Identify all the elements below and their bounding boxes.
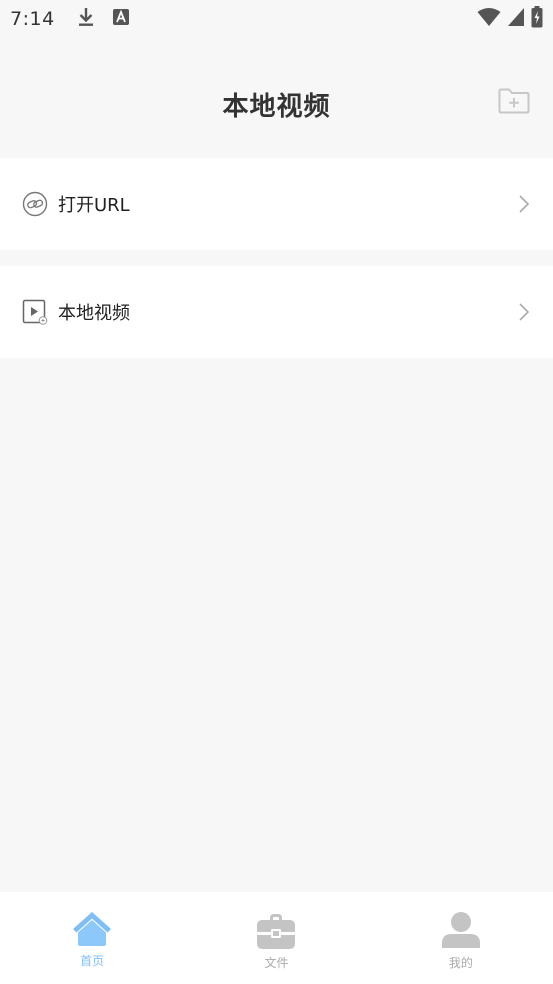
tab-mine[interactable]: 我的 [369,892,553,984]
list-item-label: 本地视频 [58,303,130,324]
person-icon [441,910,481,954]
status-time: 7:14 [10,8,55,30]
chevron-right-icon [517,302,531,322]
list-item-label: 打开URL [58,195,130,216]
download-icon [77,7,95,31]
font-a-icon [112,9,129,29]
tab-label: 首页 [80,954,105,968]
status-left-icons [77,7,129,31]
folder-add-button[interactable] [497,88,531,118]
video-file-icon [22,299,48,325]
list-item-local-video[interactable]: 本地视频 [0,266,553,358]
home-icon [71,910,113,952]
tab-label: 我的 [448,956,473,970]
list-item-open-url[interactable]: 打开URL [0,158,553,250]
cell-signal-icon [507,7,525,31]
screen: 7:14 本地视频 打开URL 本地视频 首页 文件 我的 [0,0,553,984]
battery-icon [531,6,543,32]
chevron-right-icon [517,194,531,214]
bottom-tab-bar: 首页 文件 我的 [0,892,553,984]
tab-files[interactable]: 文件 [184,892,368,984]
folder-add-icon [498,88,530,118]
header: 本地视频 [0,38,553,158]
status-right-icons [477,6,543,32]
wifi-icon [477,7,501,31]
link-icon [22,191,48,217]
tab-label: 文件 [264,956,289,970]
tab-home[interactable]: 首页 [0,892,184,984]
briefcase-icon [256,910,296,954]
page-title: 本地视频 [222,92,331,122]
status-bar: 7:14 [0,0,553,38]
